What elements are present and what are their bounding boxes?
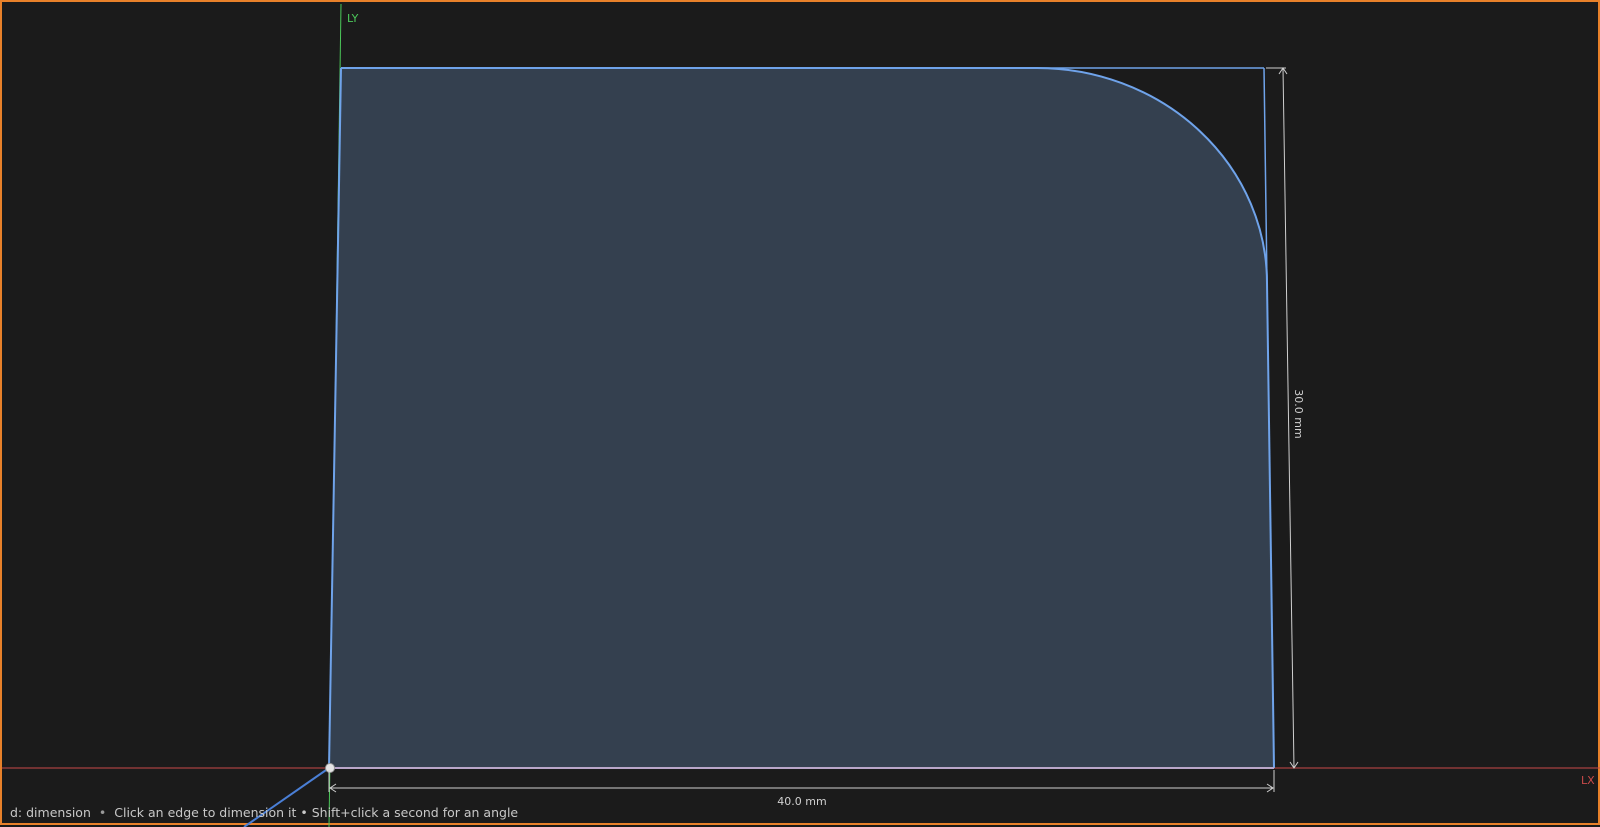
sketch-profile[interactable] xyxy=(329,68,1274,768)
y-axis-label: LY xyxy=(347,12,359,25)
status-hint-text: Click an edge to dimension it • Shift+cl… xyxy=(114,805,519,820)
x-axis-label: LX xyxy=(1581,774,1595,787)
width-dim-label[interactable]: 40.0 mm xyxy=(777,795,826,808)
origin-point[interactable] xyxy=(325,763,335,773)
sketch-canvas[interactable]: 40.0 mm 30.0 mm LY LX xyxy=(2,2,1600,827)
height-dim-label[interactable]: 30.0 mm xyxy=(1292,389,1305,438)
sketch-viewport[interactable]: 40.0 mm 30.0 mm LY LX d: dimension • Click… xyxy=(0,0,1600,827)
status-mode: d: dimension xyxy=(10,805,91,820)
status-separator: • xyxy=(98,805,107,820)
status-hint: d: dimension • Click an edge to dimension … xyxy=(10,805,518,820)
width-dimension[interactable]: 40.0 mm xyxy=(328,770,1275,808)
